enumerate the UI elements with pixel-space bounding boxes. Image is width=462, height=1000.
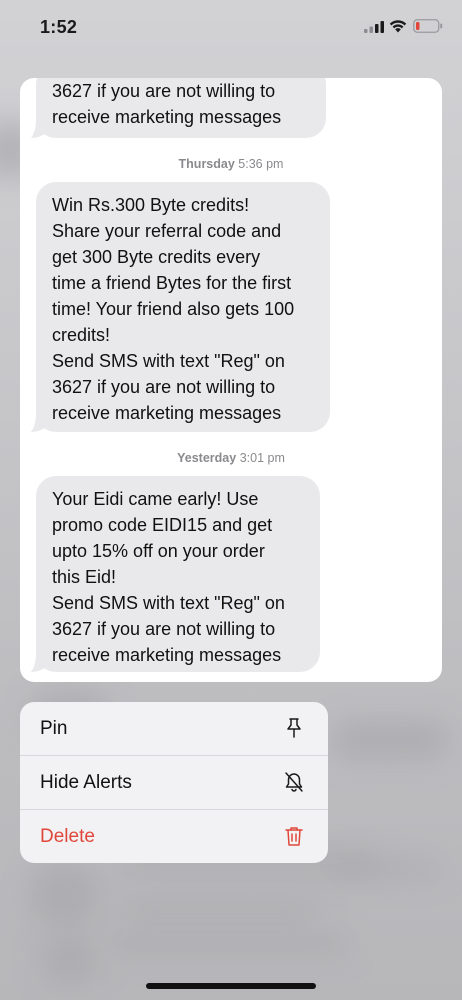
hide-alerts-label: Hide Alerts: [40, 772, 132, 793]
timestamp-day: Thursday: [178, 157, 235, 171]
delete-label: Delete: [40, 826, 95, 847]
message-line: receive marketing messages: [52, 107, 282, 127]
message-line: Send SMS with text "Reg" on: [52, 351, 285, 371]
bubble-tail: [31, 120, 47, 138]
message-line: time! Your friend also gets 100: [52, 299, 295, 319]
message-line: 3627 if you are not willing to: [52, 377, 276, 397]
bell-slash-icon: [285, 772, 303, 792]
message-line: receive marketing messages: [52, 645, 282, 665]
bubble-tail: [31, 414, 47, 432]
message-timestamp: Yesterday 3:01 pm: [20, 451, 442, 465]
message-bubble: Your Eidi came early! Use promo code EID…: [31, 476, 320, 672]
timestamp-time: 3:01 pm: [239, 451, 285, 465]
message-line: 3627 if you are not willing to: [52, 81, 276, 101]
timestamp-day: Yesterday: [177, 451, 237, 465]
status-bar: 1:52: [0, 0, 462, 58]
delete-menu-item[interactable]: Delete: [20, 810, 328, 863]
message-line: 3627 if you are not willing to: [52, 619, 276, 639]
pin-label: Pin: [40, 718, 68, 739]
pin-menu-item[interactable]: Pin: [20, 702, 328, 755]
bubble-tail: [31, 654, 47, 672]
pin-icon: [287, 718, 301, 738]
home-indicator[interactable]: [146, 983, 316, 989]
message-line: Win Rs.300 Byte credits!: [52, 195, 250, 215]
context-menu: Pin Hide Alerts Delete: [20, 702, 328, 863]
message-line: promo code EIDI15 and get: [52, 515, 273, 535]
hide-alerts-menu-item[interactable]: Hide Alerts: [20, 756, 328, 809]
message-line: time a friend Bytes for the first: [52, 273, 292, 293]
message-bubble: 3627 if you are not willing to receive m…: [31, 78, 326, 138]
message-line: receive marketing messages: [52, 403, 282, 423]
message-bubble: Win Rs.300 Byte credits! Share your refe…: [31, 182, 330, 432]
message-preview-card[interactable]: 3627 if you are not willing to receive m…: [20, 78, 442, 682]
status-time: 1:52: [40, 17, 78, 37]
message-line: Share your referral code and: [52, 221, 282, 241]
message-line: upto 15% off on your order: [52, 541, 265, 561]
battery-low-icon: [413, 19, 443, 33]
wifi-icon: [389, 20, 407, 33]
message-line: get 300 Byte credits every: [52, 247, 261, 267]
message-line: credits!: [52, 325, 111, 345]
timestamp-time: 5:36 pm: [238, 157, 284, 171]
message-line: Your Eidi came early! Use: [52, 489, 259, 509]
cellular-signal-icon: [364, 21, 384, 33]
message-timestamp: Thursday 5:36 pm: [20, 157, 442, 171]
message-line: this Eid!: [52, 567, 117, 587]
message-line: Send SMS with text "Reg" on: [52, 593, 285, 613]
trash-icon: [285, 827, 303, 846]
